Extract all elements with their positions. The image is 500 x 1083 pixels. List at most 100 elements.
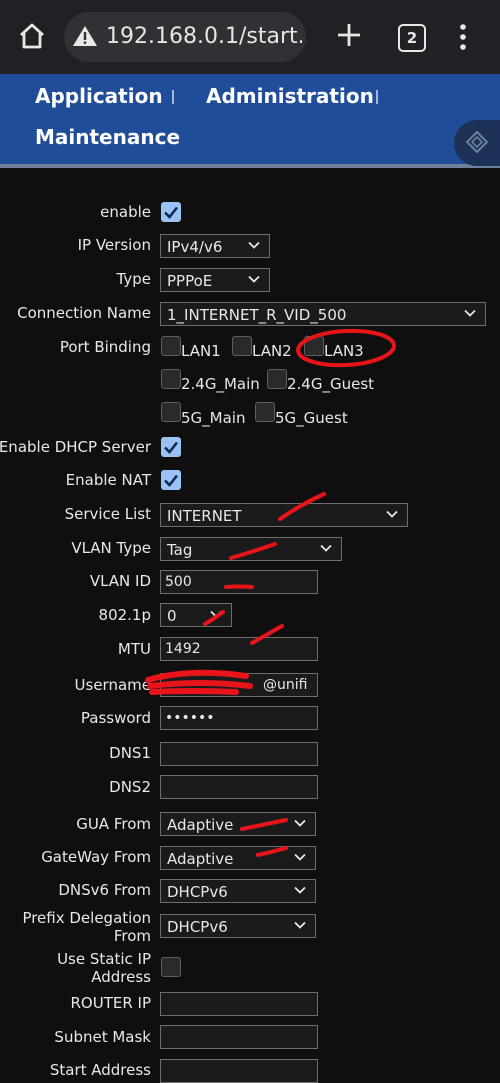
home-icon[interactable] [16,20,48,52]
vlan-type-select[interactable]: Tag [160,537,342,561]
p8021-select[interactable]: 0 [160,603,232,627]
username-input[interactable]: @unifi [160,673,318,697]
port-24g-main-label: 2.4G_Main [181,375,260,393]
check-icon [164,441,179,454]
gateway-from-label: GateWay From [41,848,151,866]
type-label: Type [116,270,151,288]
chevron-down-icon [464,309,476,317]
chevron-down-icon [248,275,260,283]
dhcp-label: Enable DHCP Server [0,438,151,456]
p8021-label: 802.1p [98,606,151,624]
service-list-value: INTERNET [167,507,242,525]
gateway-from-value: Adaptive [167,850,234,868]
connection-name-value: 1_INTERNET_R_VID_500 [167,306,347,324]
prefix-delegation-select[interactable]: DHCPv6 [160,914,316,938]
vlan-id-label: VLAN ID [89,572,151,590]
port-24g-guest-checkbox[interactable] [267,369,287,389]
chevron-down-icon [320,544,332,552]
static-ip-checkbox[interactable] [161,957,181,977]
subnet-mask-label: Subnet Mask [54,1028,151,1046]
nat-checkbox[interactable] [161,470,181,490]
nav-separator [376,90,378,104]
p8021-value: 0 [167,607,177,625]
ip-version-label: IP Version [77,236,151,254]
dns2-label: DNS2 [109,778,151,796]
type-select[interactable]: PPPoE [160,268,270,292]
prefix-delegation-value: DHCPv6 [167,918,228,936]
browser-toolbar: 192.168.0.1/start.g 2 [0,0,500,74]
enable-checkbox[interactable] [161,202,181,222]
chevron-down-icon [294,853,306,861]
type-value: PPPoE [167,272,213,290]
username-label: Username [74,676,151,694]
dns1-label: DNS1 [109,744,151,762]
vlan-type-value: Tag [167,541,193,559]
mtu-label: MTU [117,640,151,658]
chevron-down-icon [248,241,260,249]
connection-name-select[interactable]: 1_INTERNET_R_VID_500 [160,302,486,326]
ip-version-select[interactable]: IPv4/v6 [160,234,270,258]
enable-label: enable [100,203,151,221]
gateway-from-select[interactable]: Adaptive [160,846,316,870]
port-5g-main-label: 5G_Main [181,409,246,427]
more-menu-icon[interactable] [458,24,468,50]
router-ip-label: ROUTER IP [70,994,151,1012]
port-lan3-label: LAN3 [324,342,364,360]
static-ip-label-line2: Address [91,968,151,986]
nat-label: Enable NAT [65,471,151,489]
service-list-select[interactable]: INTERNET [160,503,408,527]
floating-menu-button[interactable] [454,120,500,166]
gua-from-select[interactable]: Adaptive [160,812,316,836]
nav-maintenance[interactable]: Maintenance [35,125,180,149]
gua-from-value: Adaptive [167,816,234,834]
start-address-label: Start Address [49,1061,151,1079]
tab-switcher-button[interactable]: 2 [398,24,426,52]
port-lan2-label: LAN2 [252,342,292,360]
gua-from-label: GUA From [76,815,151,833]
port-5g-main-checkbox[interactable] [161,402,181,422]
service-list-label: Service List [64,505,151,523]
port-lan1-checkbox[interactable] [161,336,181,356]
mtu-input[interactable]: 1492 [160,637,318,661]
prefix-delegation-label-line2: From [113,927,151,945]
port-5g-guest-checkbox[interactable] [255,402,275,422]
static-ip-label: Use Static IP [57,950,151,968]
port-lan1-label: LAN1 [181,342,221,360]
connection-name-label: Connection Name [17,304,151,322]
ip-version-value: IPv4/v6 [167,238,223,256]
check-icon [164,206,179,219]
chevron-down-icon [386,510,398,518]
subnet-mask-input[interactable] [160,1025,318,1049]
warning-icon[interactable] [72,24,98,48]
dns1-input[interactable] [160,742,318,766]
diamond-icon [465,130,489,154]
nav-application[interactable]: Application [35,84,163,108]
router-ip-input[interactable] [160,992,318,1016]
chevron-down-icon [294,886,306,894]
port-24g-guest-label: 2.4G_Guest [287,375,375,393]
dnsv6-from-label: DNSv6 From [58,881,151,899]
chevron-down-icon [210,610,222,618]
prefix-delegation-label: Prefix Delegation [22,909,151,927]
password-input[interactable]: •••••• [160,706,318,730]
vlan-type-label: VLAN Type [71,539,151,557]
dnsv6-from-value: DHCPv6 [167,883,228,901]
start-address-input[interactable] [160,1059,318,1083]
password-label: Password [80,709,151,727]
dnsv6-from-select[interactable]: DHCPv6 [160,879,316,903]
dns2-input[interactable] [160,775,318,799]
nav-separator [172,90,174,104]
port-lan3-checkbox[interactable] [304,336,324,356]
port-5g-guest-label: 5G_Guest [275,409,348,427]
url-text[interactable]: 192.168.0.1/start.g [106,24,302,49]
chevron-down-icon [294,921,306,929]
vlan-id-input[interactable]: 500 [160,570,318,594]
port-lan2-checkbox[interactable] [232,336,252,356]
chevron-down-icon [294,819,306,827]
dhcp-checkbox[interactable] [161,437,181,457]
port-24g-main-checkbox[interactable] [161,369,181,389]
port-binding-label: Port Binding [59,338,151,356]
check-icon [164,474,179,487]
new-tab-icon[interactable] [336,22,362,48]
nav-administration[interactable]: Administration [206,84,374,108]
